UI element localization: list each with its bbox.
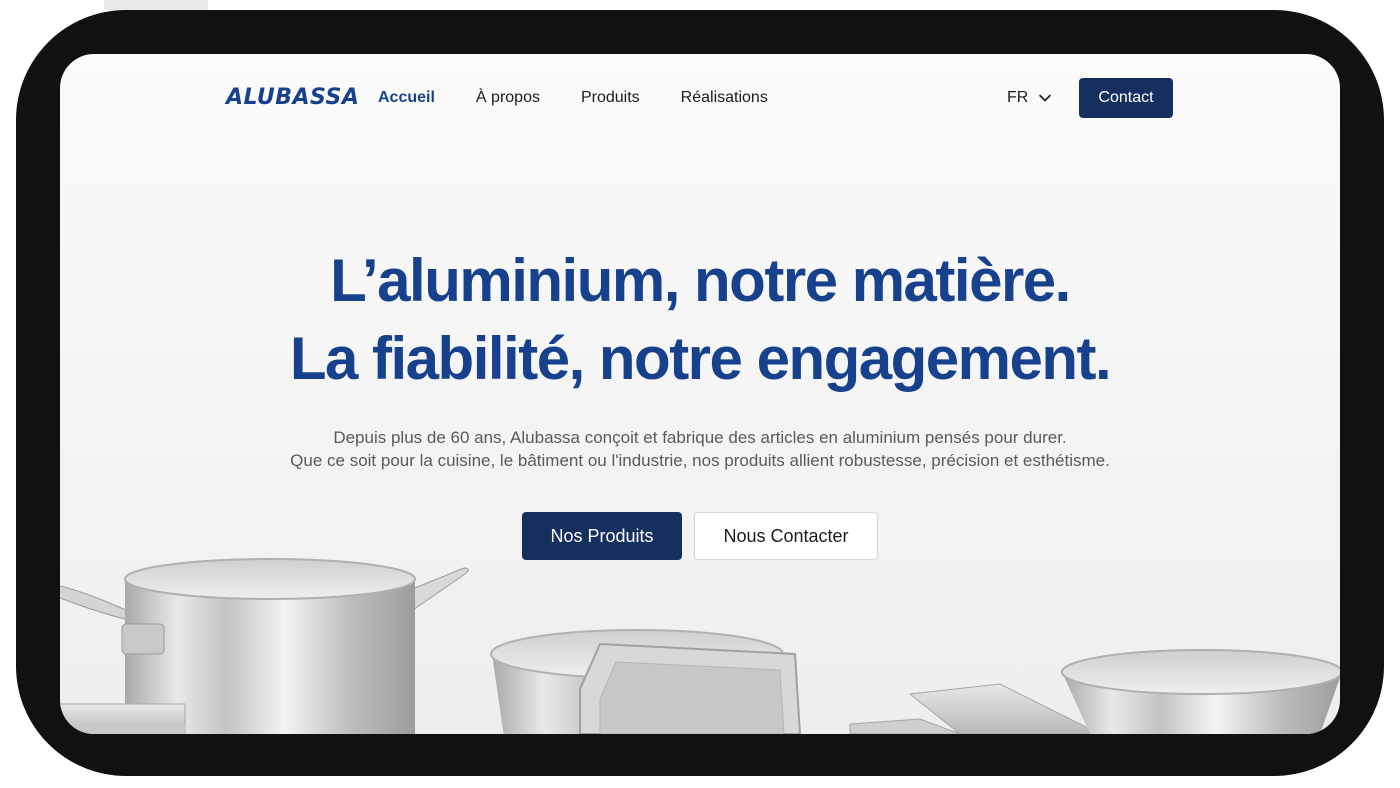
nav-item-realisations[interactable]: Réalisations bbox=[681, 86, 768, 110]
contact-button[interactable]: Contact bbox=[1079, 78, 1173, 118]
language-label: FR bbox=[1007, 89, 1029, 106]
baking-tray bbox=[579, 642, 802, 734]
nav-item-accueil[interactable]: Accueil bbox=[378, 86, 435, 110]
nav-item-a-propos[interactable]: À propos bbox=[476, 86, 540, 110]
hero-title-line-2: La fiabilité, notre engagement. bbox=[289, 325, 1112, 392]
nous-contacter-button[interactable]: Nous Contacter bbox=[694, 512, 878, 560]
window-tab-stub bbox=[104, 0, 208, 10]
hero-description-line-2: Que ce soit pour la cuisine, le bâtiment… bbox=[290, 451, 1110, 470]
nos-produits-button[interactable]: Nos Produits bbox=[522, 512, 682, 560]
chevron-down-icon bbox=[1039, 94, 1052, 102]
nav-item-produits[interactable]: Produits bbox=[581, 86, 640, 110]
main-nav: Accueil À propos Produits Réalisations bbox=[378, 86, 768, 110]
hero-description-line-1: Depuis plus de 60 ans, Alubassa conçoit … bbox=[333, 428, 1067, 447]
website-screen: ALUBASSA Accueil À propos Produits Réali… bbox=[60, 54, 1340, 734]
language-selector[interactable]: FR bbox=[1007, 86, 1052, 110]
aluminium-profiles bbox=[849, 683, 1101, 734]
hero-title: L’aluminium, notre matière. La fiabilité… bbox=[60, 242, 1340, 398]
hero-description: Depuis plus de 60 ans, Alubassa conçoit … bbox=[60, 426, 1340, 472]
hero-title-line-1: L’aluminium, notre matière. bbox=[330, 247, 1071, 314]
basin-right bbox=[1061, 649, 1340, 734]
alubassa-logo[interactable]: ALUBASSA bbox=[226, 84, 359, 112]
